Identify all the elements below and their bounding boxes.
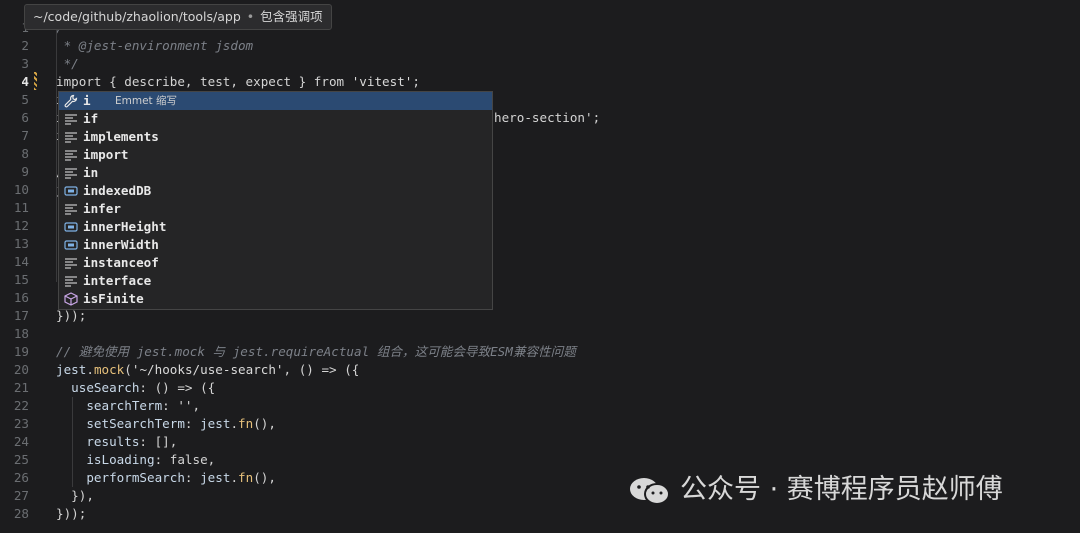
snippet-icon	[64, 148, 78, 162]
code-text: import { describe, test, expect } from '…	[56, 74, 420, 89]
suggestion-item[interactable]: innerHeight	[59, 218, 492, 236]
indent-guide	[56, 28, 57, 282]
code-line[interactable]: 24 results: [],	[0, 433, 1080, 451]
code-text: isLoading: false,	[86, 452, 216, 467]
method-cube-icon	[64, 292, 78, 306]
code-line[interactable]: 2 * @jest-environment jsdom	[0, 37, 1080, 55]
code-line[interactable]: 23 setSearchTerm: jest.fn(),	[0, 415, 1080, 433]
code-text: searchTerm: '',	[86, 398, 201, 413]
suggestion-label: i	[83, 93, 91, 108]
suggestion-item[interactable]: instanceof	[59, 254, 492, 272]
line-number: 3	[21, 56, 29, 71]
suggestion-label: innerWidth	[83, 237, 159, 252]
breadcrumb-tooltip: ~/code/github/zhaolion/tools/app • 包含强调项	[24, 4, 332, 30]
line-number: 19	[13, 344, 29, 359]
code-text: * @jest-environment jsdom	[56, 38, 254, 53]
line-number: 23	[13, 416, 29, 431]
line-number: 9	[21, 164, 29, 179]
line-number: 11	[13, 200, 29, 215]
code-text: useSearch: () => ({	[71, 380, 216, 395]
suggestion-item[interactable]: implements	[59, 128, 492, 146]
code-line[interactable]: 3 */	[0, 55, 1080, 73]
variable-icon	[64, 184, 78, 198]
line-number: 13	[13, 236, 29, 251]
suggestion-item[interactable]: indexedDB	[59, 182, 492, 200]
suggestion-label: interface	[83, 273, 152, 288]
line-number: 8	[21, 146, 29, 161]
suggestion-item[interactable]: in	[59, 164, 492, 182]
line-number: 7	[21, 128, 29, 143]
line-number: 22	[13, 398, 29, 413]
line-number: 20	[13, 362, 29, 377]
line-number: 4	[21, 74, 29, 89]
line-number: 14	[13, 254, 29, 269]
line-number: 18	[13, 326, 29, 341]
modified-line-marker	[34, 72, 37, 90]
code-text: performSearch: jest.fn(),	[86, 470, 276, 485]
code-text: }));	[56, 506, 87, 521]
suggestion-item[interactable]: isFinite	[59, 290, 492, 308]
line-number: 2	[21, 38, 29, 53]
line-number: 12	[13, 218, 29, 233]
code-line[interactable]: 25 isLoading: false,	[0, 451, 1080, 469]
line-number: 16	[13, 290, 29, 305]
code-text: hero-section';	[494, 110, 601, 125]
suggestion-item[interactable]: innerWidth	[59, 236, 492, 254]
snippet-icon	[64, 166, 78, 180]
snippet-icon	[64, 130, 78, 144]
suggestion-label: in	[83, 165, 99, 180]
code-line[interactable]: 4 import { describe, test, expect } from …	[0, 73, 1080, 91]
snippet-icon	[64, 274, 78, 288]
tooltip-separator: •	[246, 9, 255, 24]
code-text: setSearchTerm: jest.fn(),	[86, 416, 276, 431]
wechat-icon	[630, 478, 670, 505]
code-line[interactable]: 22 searchTerm: '',	[0, 397, 1080, 415]
code-line[interactable]: 18	[0, 325, 1080, 343]
suggestion-item[interactable]: if	[59, 110, 492, 128]
line-number: 5	[21, 92, 29, 107]
code-line[interactable]: 21 useSearch: () => ({	[0, 379, 1080, 397]
suggestion-label: indexedDB	[83, 183, 152, 198]
suggestion-item[interactable]: i Emmet 缩写	[59, 92, 492, 110]
code-text: jest.mock('~/hooks/use-search', () => ({	[56, 362, 360, 377]
snippet-icon	[64, 256, 78, 270]
code-text: */	[56, 56, 79, 71]
variable-icon	[64, 220, 78, 234]
line-number: 28	[13, 506, 29, 521]
suggestion-item[interactable]: infer	[59, 200, 492, 218]
suggestion-label: isFinite	[83, 291, 144, 306]
code-text: }),	[56, 488, 94, 503]
code-line[interactable]: 19 // 避免使用 jest.mock 与 jest.requireActual…	[0, 343, 1080, 361]
suggestion-label: instanceof	[83, 255, 159, 270]
suggestion-detail: Emmet 缩写	[115, 95, 178, 107]
indent-guide	[72, 397, 73, 487]
suggestion-widget[interactable]: i Emmet 缩写 if implements import in indexedDB in…	[58, 91, 493, 310]
suggestion-item[interactable]: import	[59, 146, 492, 164]
line-number: 27	[13, 488, 29, 503]
wrench-icon	[64, 94, 78, 108]
code-line[interactable]: 20 jest.mock('~/hooks/use-search', () => …	[0, 361, 1080, 379]
snippet-icon	[64, 202, 78, 216]
variable-icon	[64, 238, 78, 252]
watermark-text: 公众号 · 赛博程序员赵师傅	[680, 474, 1003, 505]
line-number: 17	[13, 308, 29, 323]
tooltip-note: 包含强调项	[260, 9, 323, 24]
suggestion-label: import	[83, 147, 129, 162]
line-number: 26	[13, 470, 29, 485]
suggestion-label: implements	[83, 129, 159, 144]
line-number: 10	[13, 182, 29, 197]
code-text: results: [],	[86, 434, 178, 449]
code-text: // 避免使用 jest.mock 与 jest.requireActual 组…	[56, 344, 576, 359]
suggestion-label: infer	[83, 201, 121, 216]
suggestion-label: innerHeight	[83, 219, 167, 234]
line-number: 25	[13, 452, 29, 467]
suggestion-item[interactable]: interface	[59, 272, 492, 290]
tooltip-path: ~/code/github/zhaolion/tools/app	[33, 9, 241, 24]
line-number: 24	[13, 434, 29, 449]
line-number: 15	[13, 272, 29, 287]
snippet-icon	[64, 112, 78, 126]
suggestion-label: if	[83, 111, 99, 126]
line-number: 21	[13, 380, 29, 395]
